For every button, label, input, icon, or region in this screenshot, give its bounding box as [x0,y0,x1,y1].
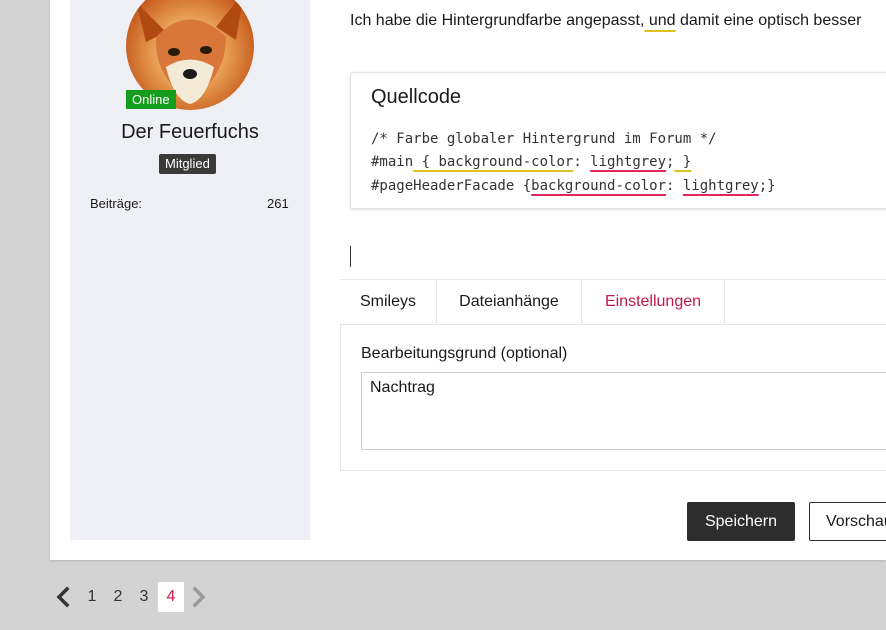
code-line-1: /* Farbe globaler Hintergrund im Forum *… [371,131,717,147]
preview-button[interactable]: Vorschau [809,502,886,541]
code-token: : [666,178,683,194]
code-line-2: #main { background-color: lightgrey; } [371,154,691,170]
code-line-3: #pageHeaderFacade {background-color: lig… [371,178,776,194]
tab-attachments[interactable]: Dateianhänge [437,280,582,324]
posts-count-label: Beiträge: [90,196,143,211]
post-text-part: Ich habe die Hintergrundfarbe angepasst, [350,12,645,29]
author-name[interactable]: Der Feuerfuchs [70,121,310,144]
edit-reason-input[interactable]: Nachtrag [361,372,886,450]
edit-reason-label: Bearbeitungsgrund (optional) [361,345,568,362]
page-link-3[interactable]: 3 [131,582,157,612]
code-token: #main [371,154,414,170]
tab-smileys[interactable]: Smileys [340,280,437,324]
code-block-title: Quellcode [371,86,462,108]
page-link-2[interactable]: 2 [105,582,131,612]
chevron-right-icon[interactable] [188,586,208,608]
post-text-part: damit eine optisch besser [675,12,862,29]
chevron-left-icon[interactable] [54,586,74,608]
post-text-underlined: und [644,12,676,29]
code-token-spellcheck: lightgrey [682,178,759,194]
post-text[interactable]: Ich habe die Hintergrundfarbe angepasst,… [350,12,861,30]
page-link-1[interactable]: 1 [79,582,105,612]
save-button[interactable]: Speichern [687,502,795,541]
code-token-spellcheck: background-color [531,178,667,194]
code-block[interactable]: Quellcode /* Farbe globaler Hintergrund … [350,72,886,209]
text-cursor [350,246,351,267]
code-token: ;} [758,178,776,194]
online-status-badge: Online [126,90,176,109]
posts-count-value: 261 [267,196,289,211]
page-link-current: 4 [158,582,184,612]
code-token: : [573,154,591,170]
tab-settings[interactable]: Einstellungen [582,280,725,324]
user-role-badge: Mitglied [159,154,216,174]
code-token-spellcheck: lightgrey [590,154,667,170]
code-token-spellcheck: } [674,154,692,170]
code-token: #pageHeaderFacade { [371,178,532,194]
code-token-spellcheck: { background-color [413,154,574,170]
editor-tabbar: Smileys Dateianhänge Einstellungen [340,279,886,325]
